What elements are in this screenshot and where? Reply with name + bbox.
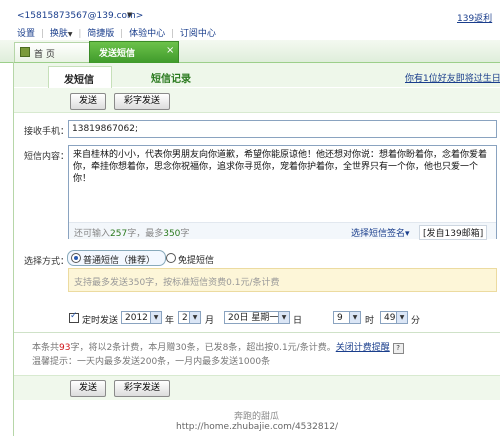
chevron-down-icon: ▼ — [349, 312, 360, 323]
chevron-down-icon: ▼ — [189, 312, 200, 323]
watermark-url: http://home.zhubajie.com/4532812/ — [176, 422, 339, 432]
radio-free[interactable] — [166, 253, 176, 263]
top-nav: 设置 | 换肤▼ | 简捷版 | 体验中心 | 订阅中心 — [17, 29, 216, 39]
textarea-footer: 还可输入257字，最多350字 选择短信签名▾ [发自139邮箱] — [69, 222, 496, 240]
color-send-button[interactable]: 彩字发送 — [114, 93, 170, 110]
tips-text: 温馨提示：一天内最多发送200条，一月内最多发送1000条 — [32, 357, 271, 367]
divider — [14, 332, 500, 333]
skin-dropdown-icon[interactable]: ▼ — [68, 31, 73, 38]
bottom-color-send-button[interactable]: 彩字发送 — [114, 380, 170, 397]
tab-send-sms[interactable]: 发送短信 × — [89, 41, 179, 63]
chevron-down-icon: ▼ — [396, 312, 407, 323]
chevron-down-icon: ▼ — [278, 312, 289, 323]
signature-select[interactable]: 选择短信签名▾ — [351, 226, 410, 239]
recipient-label: 接收手机： — [24, 127, 70, 137]
subtab-send[interactable]: 发短信 — [48, 66, 112, 88]
content-label: 短信内容： — [24, 152, 70, 162]
nav-subscribe[interactable]: 订阅中心 — [180, 29, 216, 39]
account-email[interactable]: <15815873567@139.com> — [17, 11, 143, 21]
year-select[interactable]: 2012 ▼ — [121, 311, 162, 324]
nav-simple[interactable]: 简捷版 — [87, 29, 114, 39]
bottom-send-button[interactable]: 发送 — [70, 380, 106, 397]
help-icon[interactable]: ? — [392, 343, 404, 354]
signature-tag: [发自139邮箱] — [419, 225, 488, 240]
month-select[interactable]: 2 ▼ — [178, 311, 201, 324]
close-icon[interactable]: × — [166, 45, 174, 56]
rebate-link[interactable]: 139返利 — [457, 11, 492, 24]
minute-select[interactable]: 49 ▼ — [380, 311, 408, 324]
account-dropdown-icon[interactable]: ▼ — [127, 11, 132, 19]
method-note: 支持最多发送350字，按标准短信资费0.1元/条计费 — [68, 268, 497, 292]
subtab-record[interactable]: 短信记录 — [151, 70, 191, 85]
nav-skin[interactable]: 换肤 — [50, 29, 68, 39]
schedule-checkbox[interactable]: ✓ — [69, 311, 79, 323]
radio-normal[interactable] — [71, 253, 81, 263]
billing-info: 本条共93字，将以2条计费，本月赠30条，已发8条，超出按0.1元/条计费。关闭… — [32, 340, 404, 354]
nav-experience[interactable]: 体验中心 — [129, 29, 165, 39]
method-label: 选择方式： — [24, 257, 70, 267]
content-textarea[interactable]: 来自桂林的小小，代表你男朋友向你道歉，希望你能原谅他！他还想对你说：想着你盼着你… — [68, 145, 497, 240]
home-icon — [20, 47, 30, 57]
recipient-input[interactable]: 13819867062; — [68, 120, 497, 138]
method-free-label: 免提短信 — [178, 256, 215, 266]
nav-settings[interactable]: 设置 — [17, 29, 35, 39]
schedule-label: 定时发送 — [82, 316, 119, 326]
method-normal-option[interactable]: 普通短信（推荐） — [67, 250, 166, 266]
tab-home[interactable]: 首 页 — [14, 42, 90, 62]
birthday-link[interactable]: 你有1位好友即将过生日 — [405, 71, 500, 84]
char-counter: 还可输入257字，最多350字 — [74, 229, 190, 239]
hour-select[interactable]: 9 ▼ — [333, 311, 361, 324]
send-button[interactable]: 发送 — [70, 93, 106, 110]
chevron-down-icon: ▼ — [150, 312, 161, 323]
close-billing-link[interactable]: 关闭计费提醒 — [336, 343, 390, 353]
day-select[interactable]: 20日 星期一 ▼ — [224, 311, 290, 324]
watermark-name: 奔跑的甜瓜 — [234, 412, 280, 422]
